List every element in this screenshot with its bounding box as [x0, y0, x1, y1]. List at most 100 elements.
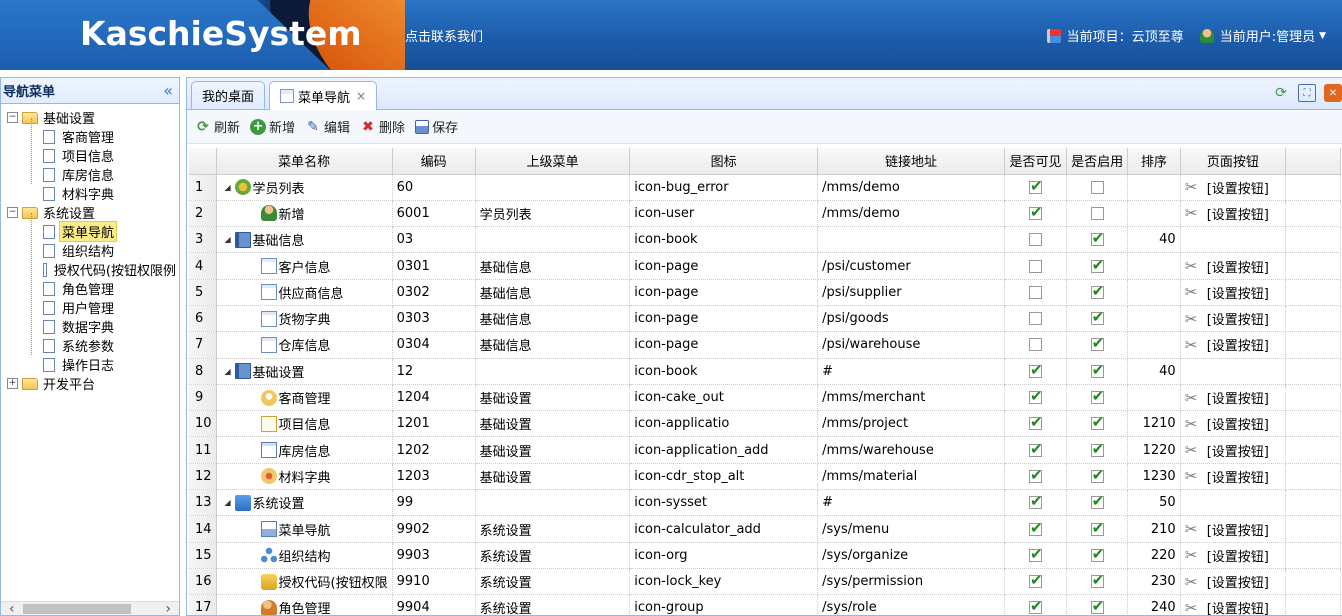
menu-name-cell[interactable]: 供应商信息	[216, 279, 393, 306]
visible-cell[interactable]	[1004, 542, 1068, 569]
menu-code[interactable]: 1201	[392, 410, 476, 438]
enabled-checkbox[interactable]	[1090, 545, 1104, 563]
close-icon[interactable]: ×	[356, 89, 366, 103]
visible-cell[interactable]	[1004, 331, 1068, 359]
visible-cell[interactable]	[1004, 515, 1068, 543]
column-header[interactable]	[189, 148, 217, 175]
menu-name-cell[interactable]: 库房信息	[216, 436, 393, 464]
table-row[interactable]: 4 客户信息 0301基础信息icon-page/psi/customer ✂ [设置按…	[189, 252, 1341, 280]
enabled-cell[interactable]	[1066, 200, 1129, 228]
visible-checkbox[interactable]	[1029, 519, 1043, 537]
column-header[interactable]: 菜单名称	[216, 148, 393, 175]
refresh-button[interactable]: ⟳ 刷新	[195, 117, 240, 137]
enabled-checkbox[interactable]	[1090, 413, 1104, 431]
enabled-checkbox[interactable]	[1090, 440, 1104, 458]
enabled-checkbox[interactable]	[1090, 334, 1104, 352]
icon-name[interactable]: icon-book	[629, 358, 819, 385]
delete-button[interactable]: ✖ 删除	[360, 117, 405, 137]
menu-code[interactable]: 03	[392, 226, 476, 254]
icon-name[interactable]: icon-application_add	[629, 436, 819, 464]
enabled-cell[interactable]	[1066, 174, 1129, 201]
table-row[interactable]: 11 库房信息 1202 基础设置 icon-application_add/mms/w…	[189, 436, 1341, 464]
tree-item[interactable]: 客商管理	[1, 127, 179, 146]
table-row[interactable]: 13 ◢ 系统设置 99 icon-sysset#50	[189, 489, 1341, 517]
table-row[interactable]: 10 项目信息 1201 基础设置 icon-applicatio/mms/projec…	[189, 410, 1341, 438]
tree-item[interactable]: 授权代码(按钮权限例	[1, 260, 179, 279]
enabled-checkbox[interactable]	[1090, 256, 1104, 274]
visible-cell[interactable]	[1004, 200, 1068, 228]
icon-name[interactable]: icon-applicatio	[629, 410, 819, 438]
collapse-node-icon[interactable]: −	[7, 112, 18, 123]
fullscreen-icon[interactable]: ⛶	[1298, 84, 1316, 102]
current-project[interactable]: 当前项目：云顶至尊	[1046, 26, 1184, 45]
visible-checkbox[interactable]	[1029, 285, 1043, 299]
link-url[interactable]: /sys/menu	[817, 515, 1005, 543]
visible-checkbox[interactable]	[1029, 259, 1043, 273]
visible-cell[interactable]	[1004, 489, 1068, 517]
collapse-triangle-icon[interactable]: ◢	[225, 183, 235, 192]
table-row[interactable]: 9 客商管理 1204基础设置icon-cake_out/mms/merchant ✂…	[189, 384, 1341, 412]
visible-checkbox[interactable]	[1029, 413, 1043, 431]
sort-order[interactable]	[1127, 279, 1181, 306]
parent-menu[interactable]	[475, 489, 631, 517]
link-url[interactable]: /sys/role	[817, 594, 1005, 615]
link-url[interactable]: /mms/material	[817, 463, 1005, 491]
collapse-triangle-icon[interactable]: ◢	[225, 367, 235, 376]
visible-cell[interactable]	[1004, 594, 1068, 615]
table-row[interactable]: 7 仓库信息 0304基础信息icon-page/psi/warehouse ✂ [设置…	[189, 331, 1341, 359]
sort-order[interactable]: 40	[1127, 226, 1181, 254]
page-buttons-cell[interactable]	[1180, 489, 1287, 517]
link-url[interactable]: /mms/demo	[817, 200, 1005, 228]
set-buttons-link[interactable]: ✂ [设置按钮]	[1185, 388, 1281, 408]
tree-folder[interactable]: + 开发平台	[1, 374, 179, 393]
set-buttons-link[interactable]: ✂ [设置按钮]	[1185, 335, 1281, 355]
visible-cell[interactable]	[1004, 226, 1068, 254]
visible-checkbox[interactable]	[1029, 466, 1043, 484]
parent-menu[interactable]: 基础设置	[475, 410, 631, 438]
visible-cell[interactable]	[1004, 305, 1068, 333]
enabled-cell[interactable]	[1066, 305, 1129, 333]
menu-code[interactable]: 12	[392, 358, 476, 385]
table-row[interactable]: 8 ◢ 基础设置 12 icon-book#40	[189, 358, 1341, 385]
menu-name-cell[interactable]: ◢ 学员列表	[216, 174, 393, 201]
menu-name-cell[interactable]: ◢ 基础设置	[216, 358, 393, 385]
tree-item[interactable]: 菜单导航	[1, 221, 179, 242]
menu-name-cell[interactable]: 新增	[216, 200, 393, 228]
enabled-cell[interactable]	[1066, 463, 1129, 491]
page-buttons-cell[interactable]: ✂ [设置按钮]	[1180, 436, 1287, 464]
visible-checkbox[interactable]	[1029, 338, 1043, 352]
visible-checkbox[interactable]	[1029, 545, 1043, 563]
menu-name-cell[interactable]: 组织结构	[216, 542, 393, 569]
enabled-checkbox[interactable]	[1090, 492, 1104, 510]
chevron-left-icon[interactable]: ‹	[9, 601, 15, 616]
set-buttons-link[interactable]: ✂ [设置按钮]	[1185, 309, 1281, 329]
enabled-cell[interactable]	[1066, 542, 1129, 569]
collapse-triangle-icon[interactable]: ◢	[225, 235, 235, 244]
menu-code[interactable]: 0304	[392, 331, 476, 359]
edit-button[interactable]: ✎ 编辑	[305, 117, 350, 137]
parent-menu[interactable]: 基础设置	[475, 463, 631, 491]
sort-order[interactable]	[1127, 200, 1181, 228]
visible-cell[interactable]	[1004, 174, 1068, 201]
visible-cell[interactable]	[1004, 568, 1068, 596]
link-url[interactable]: /psi/warehouse	[817, 331, 1005, 359]
set-buttons-link[interactable]: ✂ [设置按钮]	[1185, 178, 1281, 197]
table-row[interactable]: 12 材料字典 1203 基础设置 icon-cdr_stop_alt/mms/mate…	[189, 463, 1341, 491]
page-buttons-cell[interactable]: ✂ [设置按钮]	[1180, 200, 1287, 228]
page-buttons-cell[interactable]: ✂ [设置按钮]	[1180, 463, 1287, 491]
enabled-cell[interactable]	[1066, 515, 1129, 543]
page-buttons-cell[interactable]: ✂ [设置按钮]	[1180, 279, 1287, 306]
link-url[interactable]: #	[817, 358, 1005, 385]
tree-item[interactable]: 项目信息	[1, 146, 179, 165]
parent-menu[interactable]	[475, 174, 631, 201]
link-url[interactable]: /mms/project	[817, 410, 1005, 438]
menu-name-cell[interactable]: 授权代码(按钮权限	[216, 568, 393, 596]
tree-folder[interactable]: − 基础设置	[1, 108, 179, 127]
visible-checkbox[interactable]	[1029, 312, 1043, 326]
column-header[interactable]: 是否可见	[1004, 148, 1068, 175]
tree-item[interactable]: 数据字典	[1, 317, 179, 336]
sort-order[interactable]: 220	[1127, 542, 1181, 569]
parent-menu[interactable]: 学员列表	[475, 200, 631, 228]
current-user[interactable]: 当前用户:管理员 ▼	[1199, 26, 1326, 45]
menu-name-cell[interactable]: ◢ 系统设置	[216, 489, 393, 517]
